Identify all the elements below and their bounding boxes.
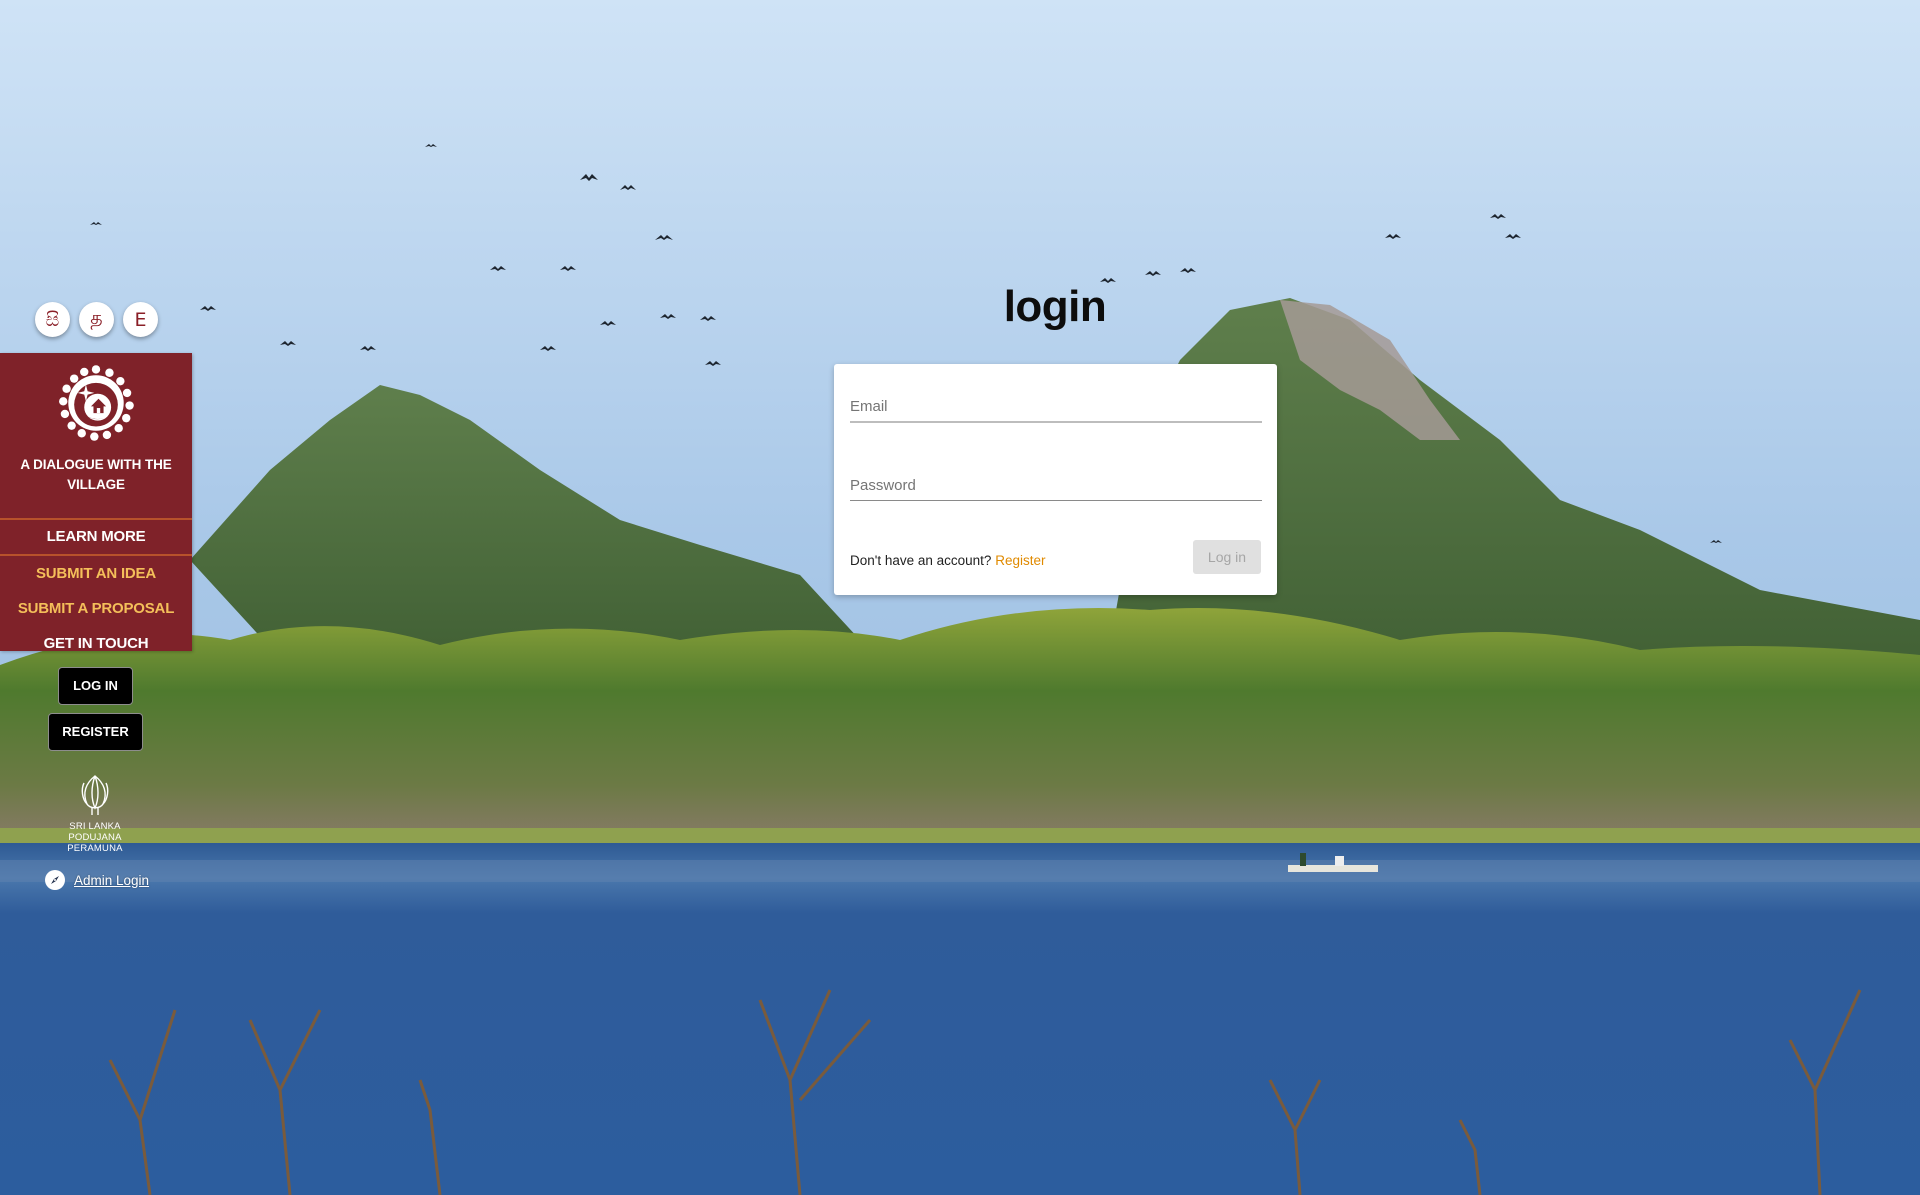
party-name: SRI LANKA PODUJANA PERAMUNA (50, 821, 140, 854)
email-field-wrapper (850, 394, 1262, 423)
admin-login-link[interactable]: Admin Login (45, 870, 149, 890)
sidebar-register-button[interactable]: REGISTER (48, 713, 143, 751)
email-input[interactable] (850, 394, 1262, 423)
password-field-wrapper (850, 473, 1262, 501)
sidebar-login-button[interactable]: LOG IN (58, 667, 133, 705)
no-account-text: Don't have an account? (850, 553, 992, 568)
nav-get-in-touch[interactable]: GET IN TOUCH (0, 626, 192, 661)
register-prompt: Don't have an account? Register (850, 553, 1045, 568)
admin-login-label[interactable]: Admin Login (74, 873, 149, 888)
party-logo: SRI LANKA PODUJANA PERAMUNA (50, 773, 140, 854)
party-name-line: PODUJANA (68, 832, 122, 843)
nav-submit-idea[interactable]: SUBMIT AN IDEA (0, 556, 192, 591)
nav-submit-proposal[interactable]: SUBMIT A PROPOSAL (0, 591, 192, 626)
background-landscape-photo (0, 0, 1920, 1195)
password-input[interactable] (850, 473, 1262, 501)
sidebar: A DIALOGUE WITH THE VILLAGE LEARN MORE S… (0, 353, 192, 652)
compass-icon (45, 870, 65, 890)
page-title: login (1003, 282, 1107, 331)
lotus-bud-icon (81, 775, 109, 815)
login-card: Don't have an account? Register Log in (834, 364, 1277, 595)
nav-learn-more[interactable]: LEARN MORE (0, 520, 192, 556)
register-link[interactable]: Register (995, 553, 1045, 568)
brand-block: A DIALOGUE WITH THE VILLAGE (0, 361, 192, 520)
dialogue-village-emblem-icon[interactable] (54, 361, 138, 445)
party-name-line: SRI LANKA (69, 821, 121, 832)
brand-tagline: A DIALOGUE WITH THE VILLAGE (20, 457, 172, 492)
login-submit-button[interactable]: Log in (1193, 540, 1261, 574)
party-name-line: PERAMUNA (67, 843, 123, 854)
